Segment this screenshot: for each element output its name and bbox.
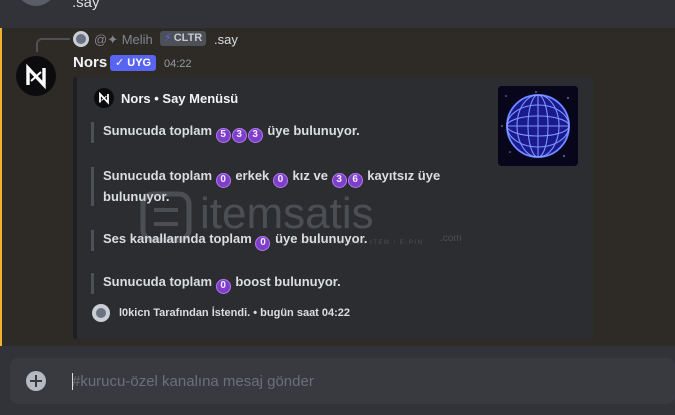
app-badge: ✓ UYG bbox=[110, 55, 157, 71]
number-emoji: 3 bbox=[231, 128, 247, 143]
reply-avatar[interactable] bbox=[73, 31, 89, 47]
previous-message-text: .say bbox=[72, 0, 100, 11]
watermark-brand: itemsatis bbox=[200, 189, 374, 238]
globe-image bbox=[498, 86, 578, 166]
number-emoji: 3 bbox=[247, 128, 263, 143]
bolt-icon: ⚡ bbox=[164, 32, 172, 44]
reply-guild-tag-label: CLTR bbox=[173, 32, 203, 44]
number-emoji: 0 bbox=[272, 173, 288, 188]
number-emoji: 0 bbox=[215, 279, 231, 294]
watermark-tld: .com bbox=[440, 233, 462, 244]
number-emoji: 6 bbox=[347, 173, 363, 188]
message-composer bbox=[0, 346, 675, 415]
bot-message: @✦ Melih ⚡ CLTR .say Nors ✓ UYG 04:22 Nor… bbox=[0, 28, 675, 346]
nors-logo-icon bbox=[26, 63, 46, 90]
bot-avatar[interactable] bbox=[16, 56, 56, 96]
text-caret bbox=[72, 373, 73, 390]
mention-highlight-bar bbox=[0, 28, 2, 346]
nors-logo-icon bbox=[99, 91, 109, 105]
number-emoji: 3 bbox=[331, 173, 347, 188]
itemsatis-watermark: itemsatis HESAP / OYUN / ITEM / E-PIN .c… bbox=[140, 189, 462, 246]
embed-field-boosts: Sunucuda toplam 0 boost bulunuyor. bbox=[91, 273, 481, 294]
embed-footer: l0kicn Tarafından İstendi. • bugün saat … bbox=[119, 307, 351, 319]
reply-guild-tag[interactable]: ⚡ CLTR bbox=[160, 31, 207, 46]
reply-author[interactable]: @✦ Melih bbox=[94, 32, 153, 48]
reply-text[interactable]: .say bbox=[214, 32, 238, 47]
number-emoji: 0 bbox=[215, 173, 231, 188]
embed-author-name: Nors • Say Menüsü bbox=[121, 91, 239, 106]
reply-connector bbox=[36, 38, 70, 52]
add-attachment-button[interactable] bbox=[26, 371, 46, 391]
message-input[interactable] bbox=[72, 358, 652, 404]
embed-field-total-members: Sunucuda toplam 533 üye bulunuyor. bbox=[91, 122, 481, 143]
message-timestamp[interactable]: 04:22 bbox=[164, 58, 192, 70]
message-input-box bbox=[10, 358, 675, 404]
footer-avatar bbox=[92, 304, 110, 322]
embed-thumbnail[interactable] bbox=[498, 86, 578, 166]
message-author[interactable]: Nors bbox=[73, 54, 107, 71]
number-emoji: 5 bbox=[215, 128, 231, 143]
previous-message: .say bbox=[0, 0, 675, 28]
user-avatar[interactable] bbox=[16, 0, 56, 6]
watermark-tagline: HESAP / OYUN / ITEM / E-PIN bbox=[300, 240, 423, 246]
embed-author-icon bbox=[94, 88, 114, 108]
